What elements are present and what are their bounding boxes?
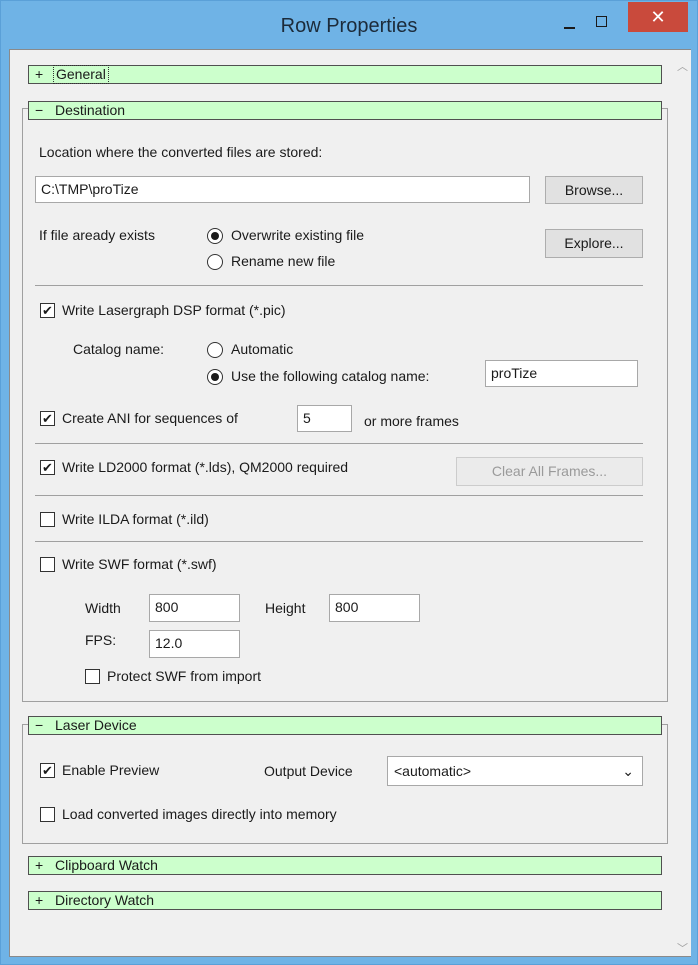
load-into-memory-label: Load converted images directly into memo…	[62, 806, 337, 822]
fps-label: FPS:	[85, 632, 117, 648]
expand-icon: +	[35, 857, 44, 873]
catalog-automatic-label: Automatic	[231, 341, 294, 357]
browse-button[interactable]: Browse...	[545, 176, 643, 204]
enable-preview-checkbox[interactable]: ✔	[40, 763, 55, 778]
write-dsp-checkbox[interactable]: ✔	[40, 303, 55, 318]
separator	[35, 285, 643, 286]
write-swf-checkbox[interactable]	[40, 557, 55, 572]
protect-swf-label: Protect SWF from import	[107, 668, 262, 684]
write-dsp-label: Write Lasergraph DSP format (*.pic)	[62, 302, 286, 318]
separator	[35, 443, 643, 444]
chevron-down-icon: ⌄	[622, 763, 634, 779]
row-properties-window: Row Properties ✕ + General − Destination…	[0, 0, 698, 965]
catalog-custom-label: Use the following catalog name:	[231, 368, 430, 384]
write-ld2000-label: Write LD2000 format (*.lds), QM2000 requ…	[62, 459, 349, 475]
close-button[interactable]: ✕	[628, 2, 688, 32]
width-input[interactable]: 800	[149, 594, 240, 622]
maximize-button[interactable]	[587, 11, 615, 37]
catalog-custom-radio[interactable]	[207, 369, 223, 385]
destination-path-input[interactable]: C:\TMP\proTize	[35, 176, 530, 203]
height-label: Height	[265, 600, 306, 616]
section-header-directory-watch[interactable]: + Directory Watch	[28, 891, 662, 910]
write-ilda-label: Write ILDA format (*.ild)	[62, 511, 209, 527]
expand-icon: +	[35, 66, 44, 82]
section-header-destination[interactable]: − Destination	[28, 101, 662, 120]
rename-radio[interactable]	[207, 254, 223, 270]
expand-icon: +	[35, 892, 44, 908]
vertical-scrollbar[interactable]: ︿ ﹀	[674, 50, 691, 956]
protect-swf-checkbox[interactable]	[85, 669, 100, 684]
section-header-laser-device[interactable]: − Laser Device	[28, 716, 662, 735]
section-label-laser-device: Laser Device	[55, 717, 137, 733]
catalog-automatic-radio[interactable]	[207, 342, 223, 358]
write-swf-label: Write SWF format (*.swf)	[62, 556, 217, 572]
ani-frames-input[interactable]: 5	[297, 405, 352, 432]
section-header-clipboard-watch[interactable]: + Clipboard Watch	[28, 856, 662, 875]
create-ani-label: Create ANI for sequences of	[62, 410, 238, 426]
explore-button[interactable]: Explore...	[545, 229, 643, 258]
collapse-icon: −	[35, 102, 44, 118]
overwrite-radio[interactable]	[207, 228, 223, 244]
section-header-general[interactable]: + General	[28, 65, 662, 84]
output-device-select[interactable]: <automatic> ⌄	[387, 756, 643, 786]
scroll-down-icon[interactable]: ﹀	[677, 940, 688, 956]
radio-selected-dot	[211, 232, 219, 240]
catalog-name-label: Catalog name:	[73, 341, 165, 357]
section-label-destination: Destination	[55, 102, 126, 118]
collapse-icon: −	[35, 717, 44, 733]
load-into-memory-checkbox[interactable]	[40, 807, 55, 822]
height-input[interactable]: 800	[329, 594, 420, 622]
width-label: Width	[85, 600, 121, 616]
section-label-clipboard-watch: Clipboard Watch	[55, 857, 158, 873]
separator	[35, 495, 643, 496]
minimize-button[interactable]	[554, 11, 582, 37]
location-label: Location where the converted files are s…	[39, 144, 323, 160]
radio-selected-dot	[211, 373, 219, 381]
minimize-icon	[564, 27, 575, 29]
write-ld2000-checkbox[interactable]: ✔	[40, 460, 55, 475]
overwrite-label: Overwrite existing file	[231, 227, 365, 243]
or-more-frames-label: or more frames	[364, 413, 459, 429]
separator	[35, 541, 643, 542]
output-device-label: Output Device	[264, 763, 353, 779]
output-device-value: <automatic>	[394, 763, 472, 779]
clear-all-frames-button[interactable]: Clear All Frames...	[456, 457, 643, 486]
scroll-up-icon[interactable]: ︿	[677, 58, 688, 74]
section-label-directory-watch: Directory Watch	[55, 892, 155, 908]
rename-label: Rename new file	[231, 253, 336, 269]
enable-preview-label: Enable Preview	[62, 762, 160, 778]
properties-panel: + General − Destination Location where t…	[9, 49, 691, 957]
title-bar[interactable]: Row Properties ✕	[1, 1, 697, 49]
catalog-name-input[interactable]: proTize	[485, 360, 638, 387]
fps-input[interactable]: 12.0	[149, 630, 240, 658]
write-ilda-checkbox[interactable]	[40, 512, 55, 527]
create-ani-checkbox[interactable]: ✔	[40, 411, 55, 426]
maximize-icon	[596, 16, 607, 27]
section-label-general: General	[53, 65, 109, 84]
if-exists-label: If file aready exists	[39, 227, 155, 243]
